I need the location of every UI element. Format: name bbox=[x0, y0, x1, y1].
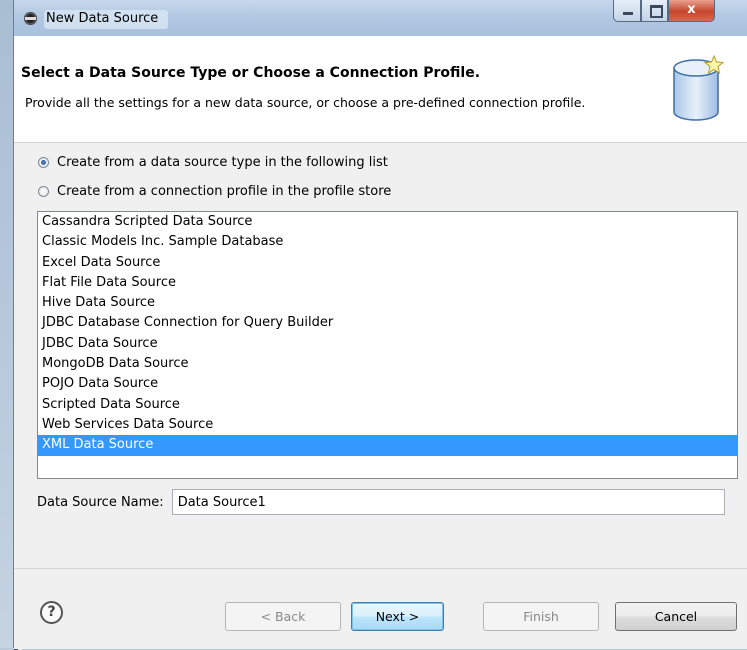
page-title: Select a Data Source Type or Choose a Co… bbox=[21, 65, 481, 81]
list-item-selected[interactable]: XML Data Source bbox=[38, 435, 737, 456]
wizard-footer: ? < Back Next > Finish Cancel bbox=[14, 568, 747, 649]
list-item[interactable]: Hive Data Source bbox=[38, 293, 737, 313]
data-source-name-label: Data Source Name: bbox=[37, 494, 164, 510]
list-item[interactable]: Excel Data Source bbox=[38, 253, 737, 273]
list-item[interactable]: Scripted Data Source bbox=[38, 395, 737, 415]
next-button[interactable]: Next > bbox=[351, 602, 444, 631]
close-button[interactable]: x bbox=[668, 0, 715, 22]
maximize-button[interactable] bbox=[641, 0, 668, 22]
data-source-name-input[interactable] bbox=[171, 489, 725, 515]
minimize-icon bbox=[623, 12, 633, 15]
page-description: Provide all the settings for a new data … bbox=[25, 95, 586, 110]
option-create-from-type[interactable]: Create from a data source type in the fo… bbox=[38, 155, 388, 170]
database-icon bbox=[673, 54, 724, 121]
option-label-create-from-type: Create from a data source type in the fo… bbox=[57, 155, 388, 170]
radio-create-from-type[interactable] bbox=[38, 157, 49, 168]
window-title: New Data Source bbox=[44, 10, 169, 29]
cancel-button[interactable]: Cancel bbox=[615, 602, 737, 631]
help-icon[interactable]: ? bbox=[40, 601, 63, 624]
new-data-source-dialog: New Data Source x Select a Data Source T… bbox=[13, 0, 747, 649]
wizard-body: Create from a data source type in the fo… bbox=[14, 143, 747, 568]
title-bar[interactable]: New Data Source x bbox=[14, 0, 747, 36]
list-item[interactable]: POJO Data Source bbox=[38, 374, 737, 394]
eclipse-app-icon bbox=[24, 12, 37, 25]
option-create-from-profile[interactable]: Create from a connection profile in the … bbox=[38, 184, 391, 199]
list-item[interactable]: Flat File Data Source bbox=[38, 273, 737, 293]
list-item[interactable]: Classic Models Inc. Sample Database bbox=[38, 232, 737, 252]
list-item[interactable]: Web Services Data Source bbox=[38, 415, 737, 435]
data-source-name-row: Data Source Name: bbox=[37, 489, 725, 515]
wizard-header: Select a Data Source Type or Choose a Co… bbox=[14, 36, 747, 143]
option-label-create-from-profile: Create from a connection profile in the … bbox=[57, 184, 392, 199]
list-item[interactable]: MongoDB Data Source bbox=[38, 354, 737, 374]
maximize-icon bbox=[650, 5, 663, 18]
minimize-button[interactable] bbox=[613, 0, 641, 22]
list-item[interactable]: Cassandra Scripted Data Source bbox=[38, 212, 737, 232]
list-item[interactable]: JDBC Database Connection for Query Build… bbox=[38, 313, 737, 333]
list-item[interactable]: JDBC Data Source bbox=[38, 334, 737, 354]
close-icon: x bbox=[687, 2, 696, 17]
radio-create-from-profile[interactable] bbox=[38, 186, 49, 197]
back-button[interactable]: < Back bbox=[225, 602, 341, 631]
finish-button[interactable]: Finish bbox=[483, 602, 599, 631]
data-source-type-list[interactable]: Cassandra Scripted Data Source Classic M… bbox=[37, 211, 738, 479]
